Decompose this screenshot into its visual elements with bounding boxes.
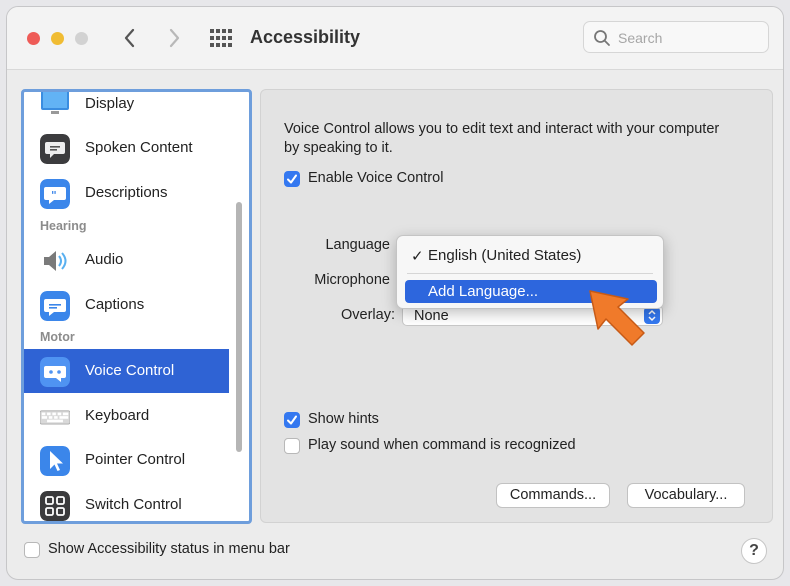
sidebar-item-label: Captions xyxy=(85,296,145,313)
search-icon xyxy=(594,30,610,46)
microphone-label: Microphone xyxy=(314,272,390,288)
enable-voice-control-label: Enable Voice Control xyxy=(308,170,444,186)
title-bar: Accessibility Search xyxy=(7,7,783,70)
forward-button[interactable] xyxy=(162,23,186,53)
sidebar-item-keyboard[interactable]: Keyboard xyxy=(24,394,229,438)
checkmark-icon: ✓ xyxy=(411,248,424,265)
sidebar-item-captions[interactable]: Captions xyxy=(24,283,229,327)
sidebar-item-pointer-control[interactable]: Pointer Control xyxy=(24,438,229,482)
sidebar-item-descriptions[interactable]: " Descriptions xyxy=(24,171,229,215)
quote-bubble-icon: " xyxy=(40,179,70,209)
overlay-value: None xyxy=(414,308,449,324)
sidebar-item-label: Audio xyxy=(85,251,124,268)
search-field[interactable]: Search xyxy=(583,21,769,53)
back-button[interactable] xyxy=(118,23,142,53)
speaker-icon xyxy=(44,251,67,271)
menu-separator xyxy=(407,273,653,274)
help-button[interactable]: ? xyxy=(741,538,767,564)
sidebar-item-label: Display xyxy=(85,95,135,112)
enable-voice-control-checkbox[interactable] xyxy=(284,171,300,187)
chevron-right-icon xyxy=(169,28,180,48)
menu-item-english-us[interactable]: English (United States) xyxy=(428,247,581,264)
play-sound-label: Play sound when command is recognized xyxy=(308,437,576,453)
sidebar-item-switch-control[interactable]: Switch Control xyxy=(24,483,229,521)
sidebar-item-label: Descriptions xyxy=(85,184,168,201)
checkmark-icon xyxy=(287,415,297,425)
vocabulary-button[interactable]: Vocabulary... xyxy=(627,483,745,508)
keyboard-icon xyxy=(40,410,70,425)
sidebar-list[interactable]: Display Spoken Content " Descriptions He… xyxy=(21,89,252,524)
show-status-label: Show Accessibility status in menu bar xyxy=(48,541,290,557)
commands-button[interactable]: Commands... xyxy=(496,483,610,508)
voice-control-description: Voice Control allows you to edit text an… xyxy=(284,121,720,156)
annotation-arrow-icon xyxy=(589,290,645,346)
sidebar-item-label: Keyboard xyxy=(85,407,150,424)
pointer-icon xyxy=(40,446,70,476)
sidebar-item-audio[interactable]: Audio xyxy=(24,238,229,282)
minimize-window-button[interactable] xyxy=(51,32,64,45)
display-icon xyxy=(41,92,69,114)
captions-icon xyxy=(40,291,70,321)
section-header-hearing: Hearing xyxy=(40,219,87,233)
language-label: Language xyxy=(325,237,390,253)
sidebar-item-voice-control[interactable]: Voice Control xyxy=(24,349,229,393)
close-window-button[interactable] xyxy=(27,32,40,45)
sidebar-item-label: Pointer Control xyxy=(85,451,186,468)
play-sound-checkbox[interactable] xyxy=(284,438,300,454)
show-all-grid-icon[interactable] xyxy=(210,29,232,47)
sidebar-item-label: Voice Control xyxy=(85,362,175,379)
preferences-window: Accessibility Search Display Spoken Cont… xyxy=(6,6,784,580)
show-hints-checkbox[interactable] xyxy=(284,412,300,428)
search-placeholder: Search xyxy=(618,30,663,46)
sidebar-item-label: Switch Control xyxy=(85,496,182,513)
sidebar-item-spoken-content[interactable]: Spoken Content xyxy=(24,126,229,170)
show-status-checkbox[interactable] xyxy=(24,542,40,558)
svg-text:": " xyxy=(51,189,57,202)
overlay-label: Overlay: xyxy=(341,307,395,323)
checkmark-icon xyxy=(287,174,297,184)
zoom-window-button[interactable] xyxy=(75,32,88,45)
speech-bubble-icon xyxy=(40,134,70,164)
menu-item-label: Add Language... xyxy=(428,283,539,300)
show-hints-label: Show hints xyxy=(308,411,379,427)
sidebar-scrollbar[interactable] xyxy=(236,202,242,452)
section-header-motor: Motor xyxy=(40,330,75,344)
sidebar-item-display[interactable]: Display xyxy=(24,92,229,126)
voice-control-icon xyxy=(40,357,70,387)
chevron-left-icon xyxy=(124,28,135,48)
window-title: Accessibility xyxy=(250,27,361,47)
switch-grid-icon xyxy=(40,491,70,521)
sidebar-item-label: Spoken Content xyxy=(85,139,193,156)
